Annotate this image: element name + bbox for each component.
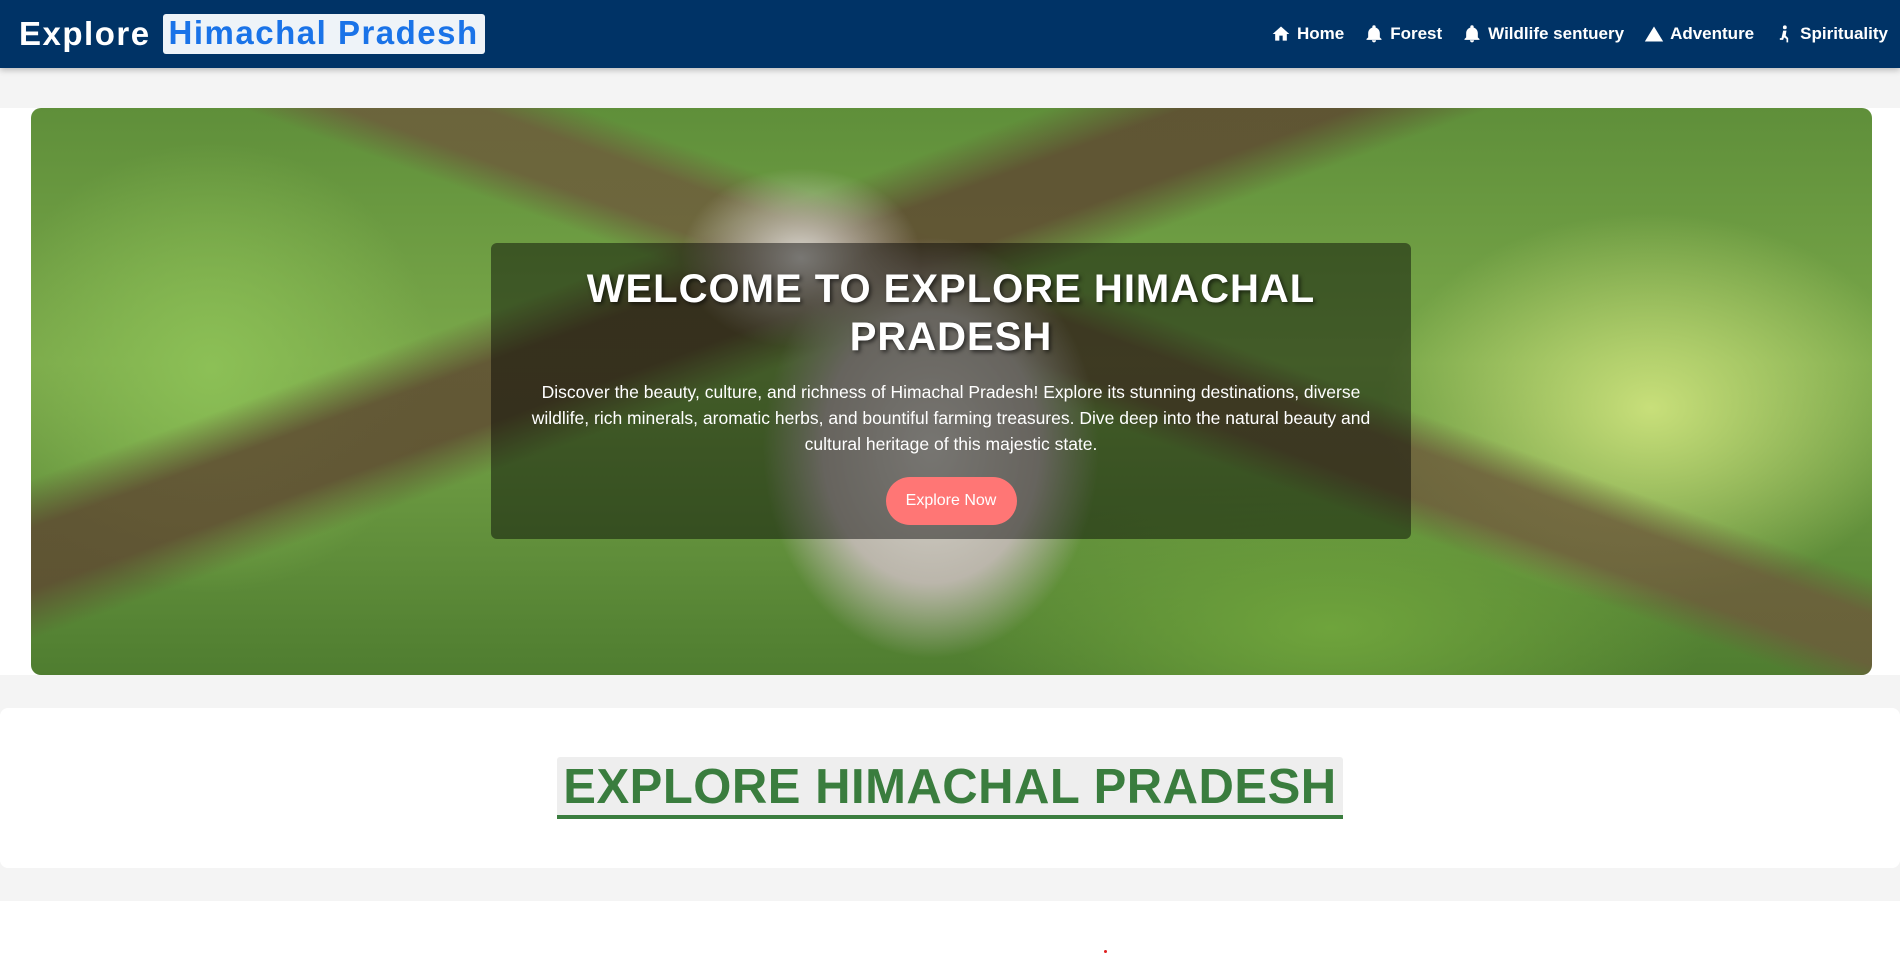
nav-wildlife-label: Wildlife sentuery bbox=[1488, 24, 1625, 43]
navbar: Explore Himachal Pradesh Home Forest Wil… bbox=[0, 0, 1900, 68]
praying-person-icon bbox=[1779, 25, 1789, 43]
explore-section: EXPLORE HIMACHAL PRADESH bbox=[0, 708, 1900, 868]
bell-icon bbox=[1464, 25, 1480, 43]
brand-text: Explore bbox=[19, 15, 151, 52]
site-logo[interactable]: Explore Himachal Pradesh bbox=[19, 14, 485, 54]
hero-description: Discover the beauty, culture, and richne… bbox=[531, 382, 1371, 454]
nav-home-link[interactable]: Home bbox=[1271, 24, 1344, 44]
nav-forest-label: Forest bbox=[1390, 24, 1443, 43]
main-nav: Home Forest Wildlife sentuery Adventure … bbox=[1271, 24, 1888, 44]
hero-title: WELCOME TO EXPLORE HIMACHAL PRADESH bbox=[586, 267, 1316, 359]
mountain-icon bbox=[1644, 26, 1664, 42]
nav-spirituality-label: Spirituality bbox=[1800, 24, 1888, 43]
nav-wildlife-link[interactable]: Wildlife sentuery bbox=[1462, 24, 1624, 44]
content-area bbox=[0, 901, 1900, 956]
hero-background-image: WELCOME TO EXPLORE HIMACHAL PRADESH Disc… bbox=[31, 108, 1872, 675]
nav-adventure-label: Adventure bbox=[1670, 24, 1755, 43]
hero-overlay: WELCOME TO EXPLORE HIMACHAL PRADESH Disc… bbox=[491, 243, 1411, 539]
home-icon bbox=[1272, 26, 1290, 41]
nav-home-label: Home bbox=[1296, 24, 1345, 43]
hero-section: WELCOME TO EXPLORE HIMACHAL PRADESH Disc… bbox=[0, 108, 1900, 675]
decorative-dot bbox=[1104, 950, 1107, 953]
section-title: EXPLORE HIMACHAL PRADESH bbox=[557, 757, 1343, 819]
bell-icon bbox=[1366, 25, 1382, 43]
brand-highlight: Himachal Pradesh bbox=[162, 14, 485, 54]
nav-adventure-link[interactable]: Adventure bbox=[1644, 24, 1754, 44]
nav-spirituality-link[interactable]: Spirituality bbox=[1774, 24, 1888, 44]
explore-now-button[interactable]: Explore Now bbox=[885, 477, 1017, 525]
nav-forest-link[interactable]: Forest bbox=[1364, 24, 1442, 44]
